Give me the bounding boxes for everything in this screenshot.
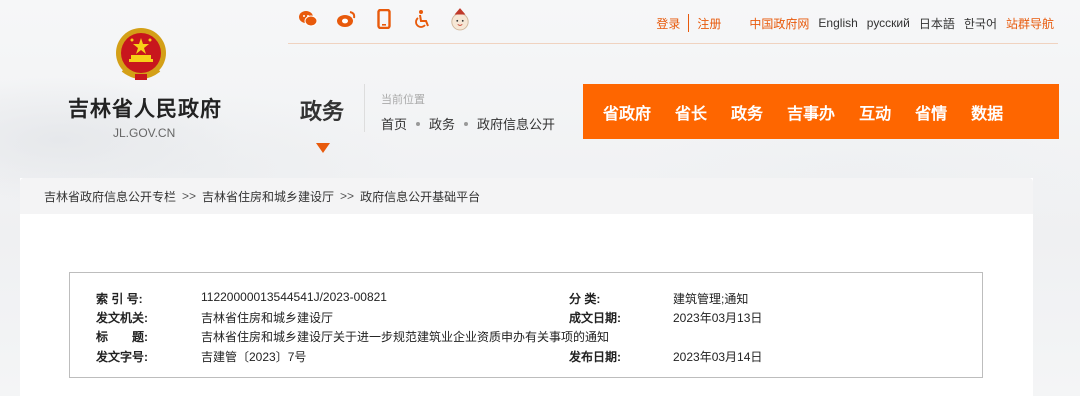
site-domain: JL.GOV.CN: [113, 126, 176, 140]
trail-link-disclosure[interactable]: 政府信息公开: [477, 114, 555, 133]
index-value: 11220000013544541J/2023-00821: [201, 290, 387, 304]
breadcrumb-item[interactable]: 吉林省政府信息公开专栏: [44, 188, 176, 205]
nav-item-province-info[interactable]: 省情: [915, 100, 947, 124]
main-nav: 省政府 省长 政务 吉事办 互动 省情 数据: [583, 84, 1059, 139]
top-links: 登录 注册 中国政府网 English русский 日本語 한국어 站群导航: [656, 14, 1054, 32]
info-row: 发文字号: 吉建管〔2023〕7号 发布日期: 2023年03月14日: [70, 348, 982, 367]
document-info-table: 索 引 号: 11220000013544541J/2023-00821 分 类…: [69, 272, 983, 378]
share-icons: [298, 8, 470, 31]
title-label: 标 题:: [96, 330, 148, 344]
location-trail: 首页 政务 政府信息公开: [381, 114, 555, 133]
info-row: 索 引 号: 11220000013544541J/2023-00821 分 类…: [70, 290, 982, 309]
location-label: 当前位置: [381, 94, 425, 106]
issuer-value: 吉林省住房和城乡建设厅: [201, 311, 334, 325]
breadcrumb-separator: >>: [182, 189, 197, 203]
register-link[interactable]: 注册: [697, 15, 721, 32]
weibo-icon[interactable]: [336, 8, 356, 30]
korean-link[interactable]: 한국어: [964, 15, 997, 32]
published-date-value: 2023年03月14日: [673, 350, 763, 364]
nav-item-provincial-gov[interactable]: 省政府: [603, 100, 651, 124]
russian-link[interactable]: русский: [867, 16, 910, 30]
divider: [364, 84, 365, 132]
japanese-link[interactable]: 日本語: [919, 15, 955, 32]
top-bar: 登录 注册 中国政府网 English русский 日本語 한국어 站群导航: [288, 0, 1058, 44]
mascot-icon[interactable]: [450, 8, 470, 31]
national-emblem-logo[interactable]: [113, 26, 169, 84]
china-gov-link[interactable]: 中国政府网: [749, 15, 809, 32]
created-date-label: 成文日期:: [569, 311, 621, 325]
trail-link-home[interactable]: 首页: [381, 114, 407, 133]
site-group-link[interactable]: 站群导航: [1006, 15, 1054, 32]
site-name[interactable]: 吉林省人民政府: [68, 93, 228, 123]
caret-down-icon: [316, 143, 330, 153]
info-row: 标 题: 吉林省住房和城乡建设厅关于进一步规范建筑业企业资质申办有关事项的通知: [70, 328, 982, 347]
nav-item-data[interactable]: 数据: [971, 100, 1003, 124]
category-label: 分 类:: [569, 292, 601, 306]
breadcrumb-item[interactable]: 政府信息公开基础平台: [360, 188, 480, 205]
dot-separator: [464, 121, 469, 126]
english-link[interactable]: English: [818, 16, 857, 30]
created-date-value: 2023年03月13日: [673, 311, 763, 325]
wechat-icon[interactable]: [298, 8, 318, 30]
nav-item-interaction[interactable]: 互动: [859, 100, 891, 124]
doc-number-label: 发文字号:: [96, 350, 148, 364]
breadcrumb-separator: >>: [340, 189, 355, 203]
doc-number-value: 吉建管〔2023〕7号: [201, 350, 307, 364]
mobile-icon[interactable]: [374, 8, 394, 30]
nav-item-jishiban[interactable]: 吉事办: [787, 100, 835, 124]
dot-separator: [416, 121, 421, 126]
info-row: 发文机关: 吉林省住房和城乡建设厅 成文日期: 2023年03月13日: [70, 309, 982, 328]
accessibility-icon[interactable]: [412, 8, 432, 30]
breadcrumb-item[interactable]: 吉林省住房和城乡建设厅: [202, 188, 334, 205]
login-link[interactable]: 登录: [656, 15, 680, 32]
divider: [688, 14, 690, 32]
issuer-label: 发文机关:: [96, 311, 148, 325]
content-panel: 吉林省政府信息公开专栏 >> 吉林省住房和城乡建设厅 >> 政府信息公开基础平台…: [20, 178, 1033, 396]
nav-item-governor[interactable]: 省长: [675, 100, 707, 124]
index-label: 索 引 号:: [96, 292, 143, 306]
section-title: 政务: [300, 99, 345, 124]
breadcrumb: 吉林省政府信息公开专栏 >> 吉林省住房和城乡建设厅 >> 政府信息公开基础平台: [20, 178, 1033, 214]
trail-link-affairs[interactable]: 政务: [429, 114, 455, 133]
nav-item-affairs[interactable]: 政务: [731, 100, 763, 124]
published-date-label: 发布日期:: [569, 350, 621, 364]
title-value: 吉林省住房和城乡建设厅关于进一步规范建筑业企业资质申办有关事项的通知: [201, 330, 610, 344]
category-value: 建筑管理;通知: [673, 292, 749, 306]
